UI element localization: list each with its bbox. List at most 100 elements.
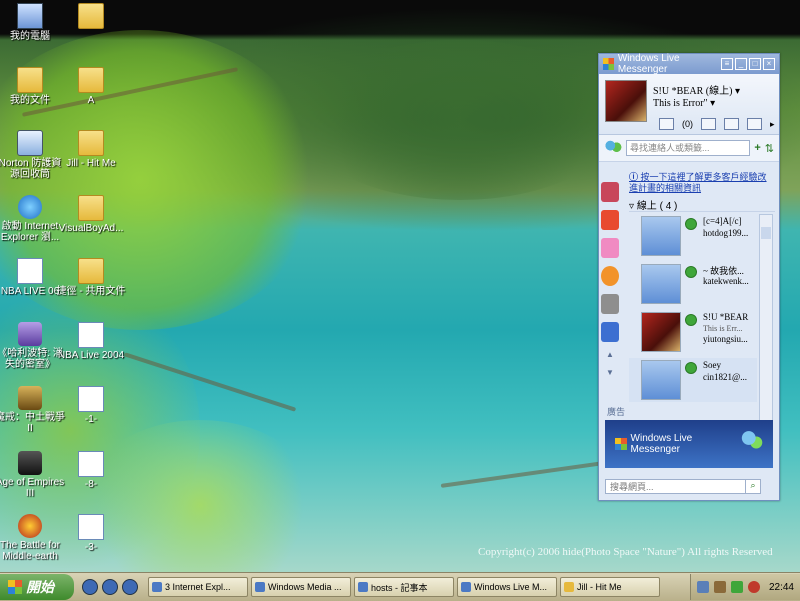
contact-search-input[interactable]: 尋找連絡人或類籤... [626,140,751,156]
contact-list: [c=4]A[/c] hotdog199... ~ 故我依... katekwe… [629,214,757,406]
desktop-icon-file-8[interactable]: -8- [56,451,126,490]
scroll-up-icon[interactable]: ▲ [601,350,619,360]
windows-logo-icon [615,438,627,450]
web-search-input[interactable]: 搜尋網頁... [605,479,761,494]
age-of-empires-icon [18,451,42,475]
desktop-icon-jill-hit-me[interactable]: Jill - Hit Me [56,130,126,169]
contact-item[interactable]: S!U *BEAR This is Err... yiutongsiu... [629,310,757,354]
forest-background [300,40,620,200]
task-windows-media[interactable]: Windows Media ... [251,577,351,597]
folder-icon [564,582,574,592]
sort-icon[interactable]: ⇅ [765,142,774,155]
maximize-icon[interactable]: □ [749,58,761,70]
tab-icon-3[interactable] [601,238,619,258]
task-internet-explorer[interactable]: 3 Internet Expl... [148,577,248,597]
info-link-text: 按一下這裡了解更多客戶經驗改進計畫的相關資訊 [629,172,767,193]
info-link[interactable]: ⓘ 按一下這裡了解更多客戶經驗改進計畫的相關資訊 [629,172,775,194]
network-icon[interactable] [696,581,709,593]
desktop-icon-visualboyadvance[interactable]: VisualBoyAd... [56,195,126,234]
personal-message[interactable]: This is Error" ▾ [653,98,715,109]
desktop-icon-folder[interactable] [56,3,126,31]
system-tray: 22:44 [689,574,800,600]
tab-icon-1[interactable] [601,182,619,202]
menu-icon[interactable]: ≡ [721,58,733,70]
nba-live-icon [17,258,43,284]
task-label: Windows Media ... [268,582,342,592]
contact-list-scrollbar[interactable] [759,214,773,446]
ad-banner-text: Windows Live Messenger [630,433,693,455]
start-label: 開始 [26,579,54,595]
chevron-down-icon: ▾ [734,86,740,97]
chevron-right-icon[interactable]: ▸ [770,119,775,130]
internet-explorer-icon[interactable] [102,579,118,595]
avatar[interactable] [605,80,647,122]
tab-icon-4[interactable] [601,266,619,286]
start-button[interactable]: 開始 [0,574,74,600]
icon-label: VisualBoyAd... [58,223,124,234]
personal-message-text: This is Error" [653,98,708,109]
folder-icon [78,67,104,93]
desktop-icon-nba-live-2004[interactable]: NBA Live 2004 [56,322,126,361]
contact-name: S!U *BEAR [703,312,749,322]
folder-icon [78,195,104,221]
media-player-icon [255,582,265,592]
close-icon[interactable]: × [763,58,775,70]
harry-potter-icon [18,322,42,346]
ad-label: 廣告 [607,407,626,417]
contact-name: [c=4]A[/c] [703,216,742,226]
task-windows-live-messenger[interactable]: Windows Live M... [457,577,557,597]
contacts-icon[interactable] [701,118,716,130]
contact-item[interactable]: ~ 故我依... katekwenk... [629,262,757,306]
media-player-icon[interactable] [82,579,98,595]
contact-email: yiutongsiu... [703,334,748,344]
computer-icon [17,3,43,29]
desktop-icon-shared-docs[interactable]: 捷徑 - 共用文件 [56,258,126,297]
online-status-icon [685,362,697,374]
games-icon[interactable] [724,118,739,130]
folder-icon [78,130,104,156]
minimize-icon[interactable]: _ [735,58,747,70]
chevron-down-icon: ▾ [710,98,716,109]
tab-icon-5[interactable] [601,294,619,314]
add-contact-icon[interactable]: + [754,142,760,154]
scroll-down-icon[interactable]: ▼ [601,368,619,378]
task-label: Jill - Hit Me [577,582,622,592]
messenger-titlebar[interactable]: Windows Live Messenger ≡ _ □ × [599,53,779,75]
contact-item[interactable]: [c=4]A[/c] hotdog199... [629,214,757,258]
lotr-icon [18,386,42,410]
messenger-icon [461,582,471,592]
contact-item[interactable]: Soey cin1821@... [629,358,757,402]
group-label: 線上 ( 4 ) [636,201,678,212]
contact-avatar [641,264,681,304]
group-header-online[interactable]: ▿ 線上 ( 4 ) [629,197,775,212]
ad-banner[interactable]: Windows Live Messenger [605,420,773,468]
task-folder-jill[interactable]: Jill - Hit Me [560,577,660,597]
messenger-tray-icon[interactable] [730,581,743,593]
search-icon[interactable]: ⌕ [745,479,761,494]
messenger-window[interactable]: Windows Live Messenger ≡ _ □ × S!U *BEAR… [598,53,780,501]
window-controls: ≡ _ □ × [721,58,775,70]
security-icon[interactable] [747,581,760,593]
display-name-text: S!U *BEAR (線上) [653,86,733,97]
desktop-icon-file-1[interactable]: -1- [56,386,126,425]
clock[interactable]: 22:44 [769,582,794,593]
display-name[interactable]: S!U *BEAR (線上) ▾ [653,82,740,97]
nba-live-icon [78,322,104,348]
messenger-icon[interactable] [122,579,138,595]
desktop-icon-a[interactable]: A [56,67,126,106]
tab-icon-2[interactable] [601,210,619,230]
desktop-icon-file-3[interactable]: -3- [56,514,126,553]
quick-launch [82,579,138,595]
tabs-sidebar: ▲ ▼ [601,178,623,386]
icon-label: A [87,95,95,106]
folder-icon [78,3,104,29]
mail-icon[interactable] [659,118,674,130]
menu-bar-icon[interactable] [747,118,762,130]
volume-icon[interactable] [713,581,726,593]
task-notepad-hosts[interactable]: hosts - 記事本 [354,577,454,597]
scrollbar-thumb[interactable] [761,227,771,239]
task-label: Windows Live M... [474,582,548,592]
tab-icon-6[interactable] [601,322,619,342]
contact-avatar [641,360,681,400]
folder-shortcut-icon [78,258,104,284]
